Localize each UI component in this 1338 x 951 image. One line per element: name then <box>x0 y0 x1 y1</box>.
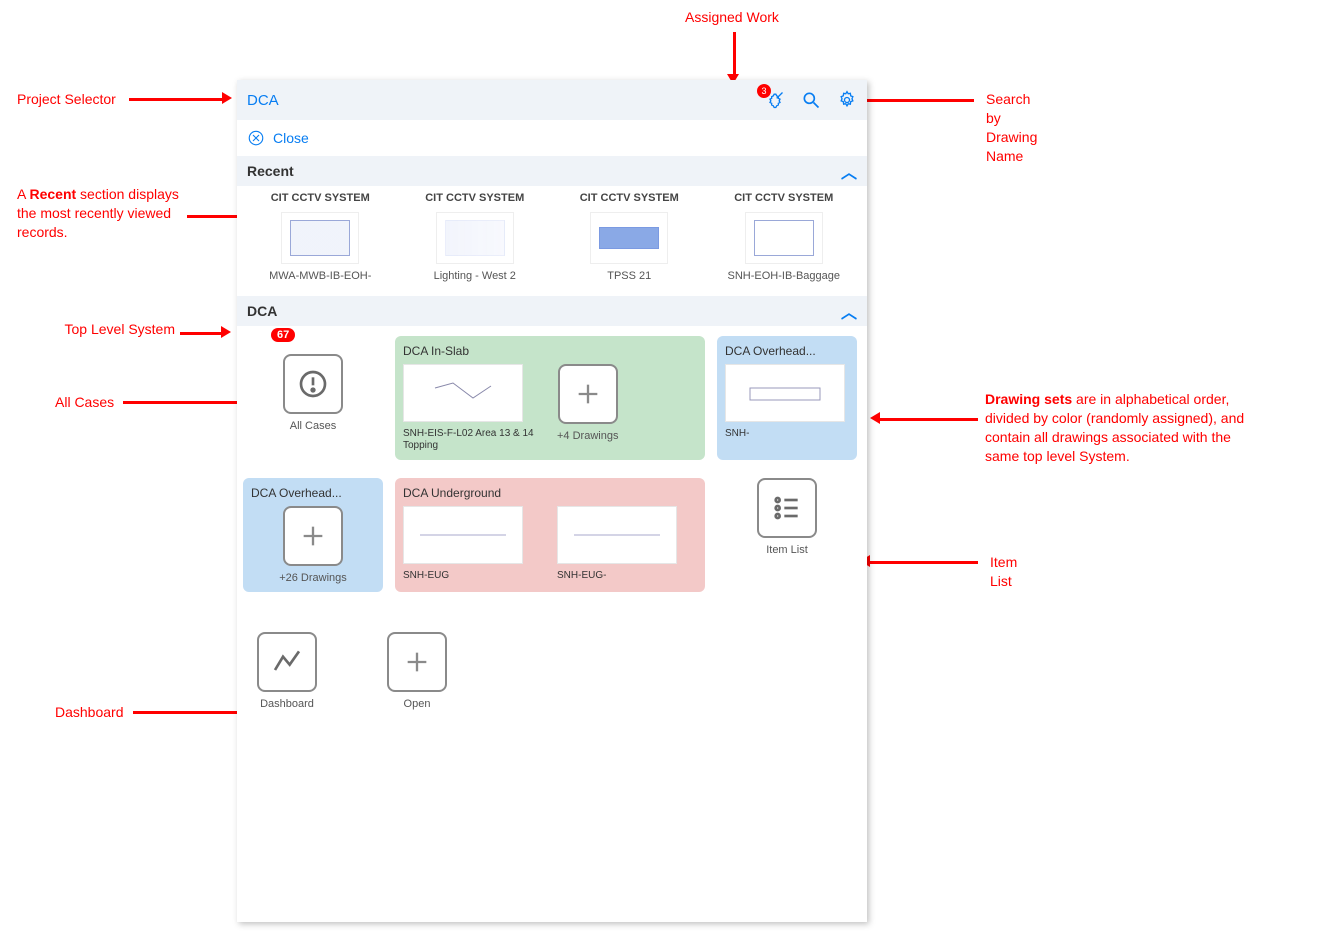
alert-icon <box>283 354 343 414</box>
recent-item-caption: Lighting - West 2 <box>434 270 516 282</box>
section-header-recent[interactable]: Recent ︿ <box>237 156 867 186</box>
drawing-set-title: DCA In-Slab <box>403 344 697 358</box>
open-tile[interactable]: Open <box>387 632 447 710</box>
top-bar: DCA 3 <box>237 80 867 120</box>
drawing-caption: SNH-EUG <box>403 570 449 581</box>
recent-item[interactable]: CIT CCTV SYSTEM MWA-MWB-IB-EOH- <box>243 192 398 282</box>
annotation-project-selector: Project Selector <box>17 90 116 109</box>
recent-item[interactable]: CIT CCTV SYSTEM Lighting - West 2 <box>398 192 553 282</box>
settings-icon[interactable] <box>837 90 857 110</box>
section-title: DCA <box>247 303 277 319</box>
more-drawings-label: +26 Drawings <box>279 572 347 584</box>
open-label: Open <box>404 698 431 710</box>
drawing-set-title: DCA Underground <box>403 486 697 500</box>
drawing-set-card-overhead1[interactable]: DCA Overhead... SNH- <box>717 336 857 460</box>
project-selector[interactable]: DCA <box>247 92 279 109</box>
recent-row: CIT CCTV SYSTEM MWA-MWB-IB-EOH- CIT CCTV… <box>237 186 867 296</box>
annotation-text: Top Level System <box>65 321 176 337</box>
system-grid: 67 All Cases DCA In-Slab SNH-EIS-F-L02 A… <box>237 326 867 738</box>
recent-item-title: CIT CCTV SYSTEM <box>271 192 370 206</box>
all-cases-count-badge: 67 <box>271 328 295 342</box>
drawing-item[interactable]: SNH-EUG <box>403 506 543 581</box>
annotation-text: Assigned Work <box>685 9 779 25</box>
section-title: Recent <box>247 163 294 179</box>
search-icon[interactable] <box>801 90 821 110</box>
assigned-work-icon[interactable]: 3 <box>765 90 785 110</box>
annotation-top-level-system: Top Level System <box>55 320 175 339</box>
annotation-text: Project Selector <box>17 91 116 107</box>
close-button[interactable]: Close <box>237 120 867 156</box>
drawing-thumbnail <box>403 364 523 422</box>
drawing-thumbnail <box>745 212 823 264</box>
chart-icon <box>257 632 317 692</box>
app-window: DCA 3 Close Recent ︿ CIT CCTV SYSTEM MWA… <box>237 80 867 922</box>
plus-icon <box>283 506 343 566</box>
drawing-set-title: DCA Overhead... <box>725 344 849 358</box>
chevron-up-icon: ︿ <box>841 159 857 183</box>
drawing-thumbnail <box>403 506 523 564</box>
drawing-thumbnail <box>557 506 677 564</box>
drawing-set-card-inslab[interactable]: DCA In-Slab SNH-EIS-F-L02 Area 13 & 14 T… <box>395 336 705 460</box>
drawing-set-title: DCA Overhead... <box>251 486 375 500</box>
dashboard-tile[interactable]: Dashboard <box>257 632 317 710</box>
recent-item-caption: TPSS 21 <box>607 270 651 282</box>
annotation-text: Search by Drawing Name <box>986 90 1037 166</box>
drawing-caption: SNH- <box>725 428 749 439</box>
section-header-system[interactable]: DCA ︿ <box>237 296 867 326</box>
drawing-caption: SNH-EIS-F-L02 Area 13 & 14 Topping <box>403 428 543 452</box>
recent-item-caption: MWA-MWB-IB-EOH- <box>269 270 371 282</box>
list-icon <box>757 478 817 538</box>
drawing-item[interactable]: SNH-EUG- <box>557 506 697 581</box>
all-cases-tile[interactable]: 67 All Cases <box>243 336 383 460</box>
drawing-set-card-overhead2[interactable]: DCA Overhead... +26 Drawings <box>243 478 383 592</box>
annotation-all-cases: All Cases <box>55 393 114 412</box>
drawing-item[interactable]: SNH-EIS-F-L02 Area 13 & 14 Topping <box>403 364 543 452</box>
drawing-caption: SNH-EUG- <box>557 570 606 581</box>
recent-item-title: CIT CCTV SYSTEM <box>425 192 524 206</box>
drawing-thumbnail <box>590 212 668 264</box>
plus-icon <box>387 632 447 692</box>
recent-item-caption: SNH-EOH-IB-Baggage <box>728 270 841 282</box>
item-list-label: Item List <box>766 544 808 556</box>
recent-item[interactable]: CIT CCTV SYSTEM TPSS 21 <box>552 192 707 282</box>
drawing-set-card-underground[interactable]: DCA Underground SNH-EUG SNH-EUG- <box>395 478 705 592</box>
more-drawings-tile[interactable]: +4 Drawings <box>557 364 618 442</box>
annotation-recent-desc: A Recent section displays the most recen… <box>17 185 187 242</box>
plus-icon <box>558 364 618 424</box>
assigned-work-badge: 3 <box>757 84 771 98</box>
annotation-assigned-work: Assigned Work <box>685 8 779 27</box>
close-label: Close <box>273 130 309 146</box>
recent-item-title: CIT CCTV SYSTEM <box>734 192 833 206</box>
dashboard-label: Dashboard <box>260 698 314 710</box>
recent-item-title: CIT CCTV SYSTEM <box>580 192 679 206</box>
drawing-thumbnail <box>281 212 359 264</box>
more-drawings-label: +4 Drawings <box>557 430 618 442</box>
annotation-dashboard: Dashboard <box>55 703 124 722</box>
drawing-thumbnail <box>725 364 845 422</box>
annotation-text: All Cases <box>55 394 114 410</box>
chevron-up-icon: ︿ <box>841 299 857 323</box>
drawing-thumbnail <box>436 212 514 264</box>
all-cases-label: All Cases <box>290 420 336 432</box>
annotation-text: Dashboard <box>55 704 124 720</box>
close-icon <box>247 129 265 147</box>
annotation-text: Item List <box>990 553 1017 591</box>
recent-item[interactable]: CIT CCTV SYSTEM SNH-EOH-IB-Baggage <box>707 192 862 282</box>
item-list-tile[interactable]: Item List <box>717 478 857 592</box>
